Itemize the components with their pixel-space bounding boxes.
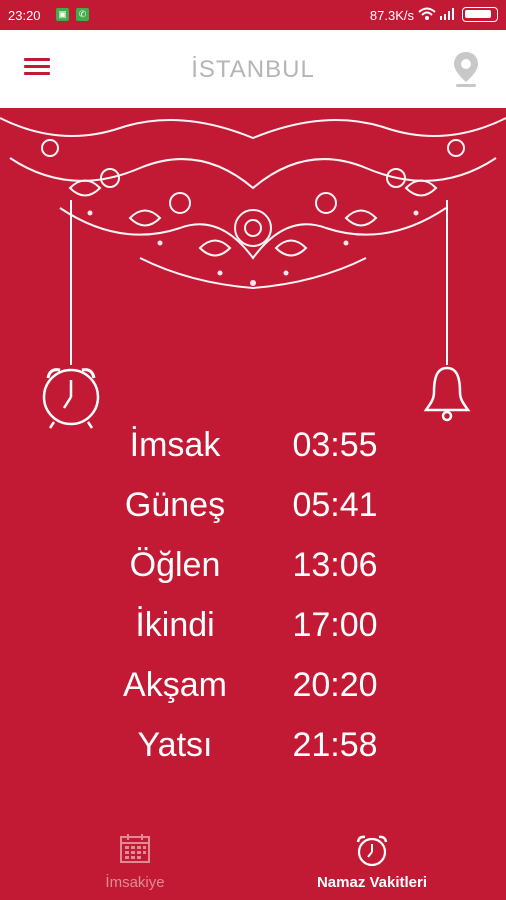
tab-namaz-vakitleri[interactable]: Namaz Vakitleri <box>280 820 464 900</box>
prayer-time: 20:20 <box>292 666 378 704</box>
bottom-navigation: İmsakiye Namaz Vakitleri <box>0 820 506 900</box>
wifi-icon <box>418 7 436 20</box>
prayer-name: Yatsı <box>137 726 213 764</box>
prayer-time: 05:41 <box>292 486 378 524</box>
tab-label: İmsakiye <box>105 874 165 891</box>
app-bar: İSTANBUL <box>0 30 506 108</box>
prayer-time: 13:06 <box>292 546 378 584</box>
calendar-icon <box>120 834 150 863</box>
prayer-name: İmsak <box>129 426 221 464</box>
prayer-row-imsak: İmsak 03:55 <box>0 426 506 486</box>
whatsapp-icon: ✆ <box>76 8 89 21</box>
prayer-time: 03:55 <box>292 426 378 464</box>
prayer-row-gunes: Güneş 05:41 <box>0 486 506 546</box>
prayer-name: İkindi <box>135 606 215 644</box>
hanging-alarm-clock-icon <box>42 200 100 429</box>
app-screen: 23:20 ▣ ✆ 87.3K/s İSTANBUL İmsak 03:55 G… <box>0 0 506 900</box>
page-title: İSTANBUL <box>191 56 315 83</box>
prayer-row-aksam: Akşam 20:20 <box>0 666 506 726</box>
prayer-row-ikindi: İkindi 17:00 <box>0 606 506 666</box>
network-speed: 87.3K/s <box>369 8 414 23</box>
status-bar: 23:20 ▣ ✆ 87.3K/s <box>0 0 506 30</box>
prayer-name: Akşam <box>123 666 227 704</box>
notification-app-icon: ▣ <box>56 8 69 21</box>
alarm-clock-icon <box>356 835 388 867</box>
prayer-time: 17:00 <box>292 606 378 644</box>
tab-label: Namaz Vakitleri <box>316 874 428 891</box>
signal-icon <box>440 8 454 20</box>
tab-imsakiye[interactable]: İmsakiye <box>60 820 210 900</box>
status-time: 23:20 <box>8 8 41 23</box>
battery-icon <box>462 7 498 22</box>
location-pin-icon[interactable] <box>450 50 482 88</box>
prayer-row-yatsi: Yatsı 21:58 <box>0 726 506 786</box>
prayer-name: Güneş <box>124 486 226 524</box>
prayer-row-oglen: Öğlen 13:06 <box>0 546 506 606</box>
prayer-name: Öğlen <box>129 546 221 584</box>
hanging-bell-icon <box>423 200 471 422</box>
prayer-time: 21:58 <box>292 726 378 764</box>
